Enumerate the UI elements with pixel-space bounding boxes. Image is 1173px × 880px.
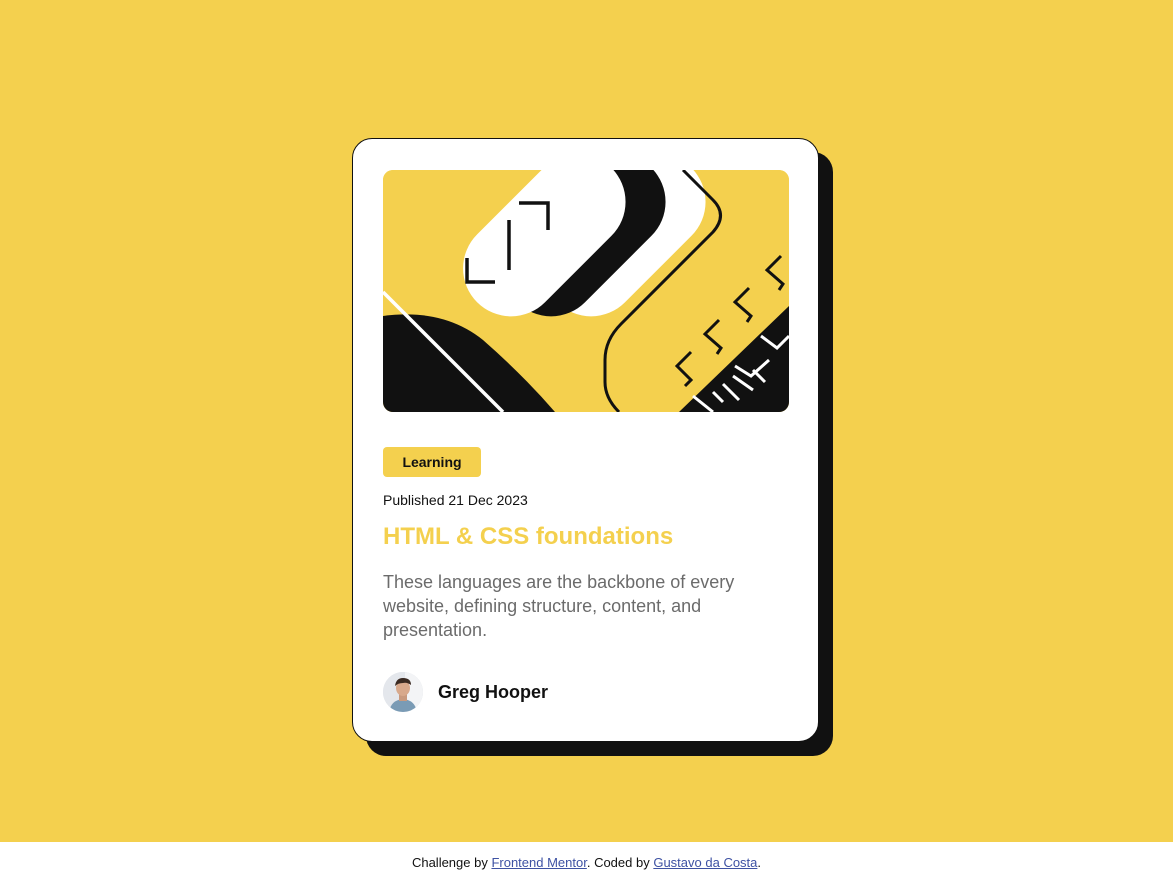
person-avatar-icon xyxy=(383,672,423,712)
author-block: Greg Hooper xyxy=(383,672,548,712)
footer-middle: . Coded by xyxy=(586,855,654,870)
attribution-footer: Challenge by Frontend Mentor. Coded by G… xyxy=(0,842,1173,880)
published-date: Published 21 Dec 2023 xyxy=(383,492,528,508)
abstract-illustration-icon xyxy=(383,170,789,412)
blog-preview-card: Learning Published 21 Dec 2023 HTML & CS… xyxy=(352,138,819,742)
author-profile-link[interactable]: Gustavo da Costa xyxy=(653,855,757,870)
card-title[interactable]: HTML & CSS foundations xyxy=(383,523,673,551)
footer-prefix: Challenge by xyxy=(411,855,492,870)
frontend-mentor-link[interactable]: Frontend Mentor xyxy=(491,855,586,870)
footer-suffix: . xyxy=(757,855,762,870)
page-background: Learning Published 21 Dec 2023 HTML & CS… xyxy=(0,0,1173,842)
card-illustration xyxy=(383,170,789,412)
author-name: Greg Hooper xyxy=(438,681,549,702)
avatar xyxy=(383,672,423,712)
category-tag: Learning xyxy=(383,447,481,477)
card-description: These languages are the backbone of ever… xyxy=(383,572,735,640)
